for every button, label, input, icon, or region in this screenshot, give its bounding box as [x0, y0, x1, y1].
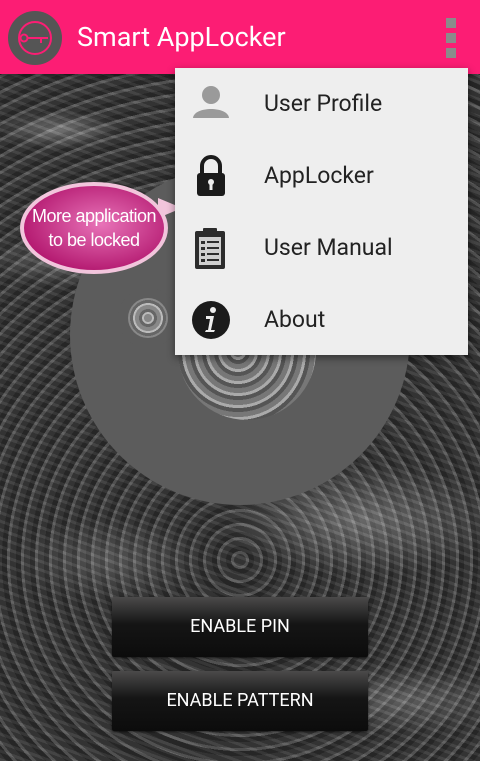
menu-item-label: About	[264, 306, 326, 333]
app-bar: Smart AppLocker	[0, 0, 480, 74]
speech-bubble: More application to be locked	[20, 182, 168, 274]
menu-item-user-profile[interactable]: User Profile	[175, 68, 468, 140]
enable-pattern-button[interactable]: ENABLE PATTERN	[112, 671, 368, 731]
menu-item-label: User Manual	[264, 234, 393, 261]
padlock-icon	[189, 154, 233, 198]
app-title: Smart AppLocker	[77, 21, 286, 53]
enable-pin-button[interactable]: ENABLE PIN	[112, 597, 368, 657]
clipboard-icon	[189, 226, 233, 270]
overflow-dropdown-menu: User Profile AppLocker User Manual About	[175, 68, 468, 355]
menu-item-user-manual[interactable]: User Manual	[175, 212, 468, 284]
menu-item-applocker[interactable]: AppLocker	[175, 140, 468, 212]
menu-item-label: AppLocker	[264, 162, 374, 189]
lock-ring-knob-inner	[128, 298, 168, 338]
menu-item-label: User Profile	[264, 90, 383, 117]
bubble-line-1: More application	[31, 206, 157, 226]
bubble-line-2: to be locked	[48, 230, 140, 250]
overflow-menu-icon[interactable]	[436, 16, 466, 60]
menu-item-about[interactable]: About	[175, 284, 468, 356]
user-icon	[189, 82, 233, 126]
power-lock-icon[interactable]	[8, 11, 62, 65]
info-icon	[189, 298, 233, 342]
